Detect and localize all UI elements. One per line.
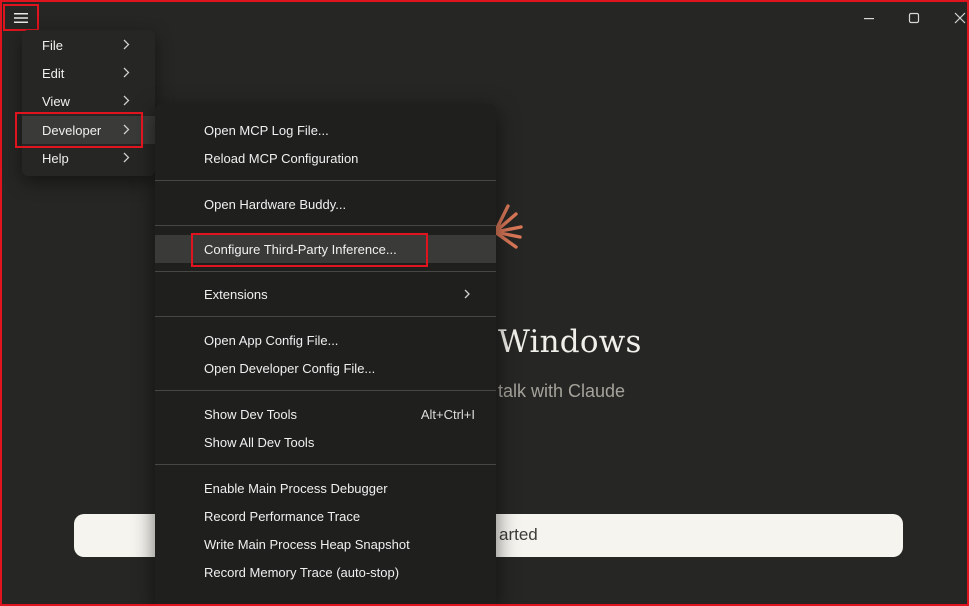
chevron-right-icon — [123, 95, 130, 106]
menu-button[interactable] — [3, 4, 39, 31]
menu-item-label: Help — [42, 150, 69, 166]
keyboard-shortcut: Alt+Ctrl+I — [420, 406, 475, 422]
menu-separator — [155, 271, 496, 272]
write-main-process-heap-snapshot-item[interactable]: Write Main Process Heap Snapshot — [155, 530, 496, 558]
welcome-subtitle: talk with Claude — [498, 381, 626, 401]
submenu-item-label: Show Dev Tools — [204, 406, 297, 422]
submenu-item-label: Write Main Process Heap Snapshot — [204, 536, 410, 552]
reload-mcp-configuration-item[interactable]: Reload MCP Configuration — [155, 144, 496, 172]
menu-item-label: File — [42, 37, 63, 53]
menu-item-file[interactable]: File — [22, 31, 155, 59]
open-mcp-log-file-item[interactable]: Open MCP Log File... — [155, 116, 496, 144]
submenu-item-label: Extensions — [204, 286, 268, 302]
get-started-label: arted — [499, 525, 538, 544]
chevron-right-icon — [123, 152, 130, 163]
submenu-item-label: Show All Dev Tools — [204, 434, 315, 450]
submenu-item-label: Open App Config File... — [204, 332, 339, 348]
submenu-item-label: Record Memory Trace (auto-stop) — [204, 564, 400, 580]
menu-item-label: View — [42, 93, 70, 109]
menu-item-label: Edit — [42, 65, 65, 81]
menu-separator — [155, 464, 496, 465]
chevron-right-icon — [123, 39, 130, 50]
submenu-item-label: Reload MCP Configuration — [204, 150, 359, 166]
minimize-button[interactable] — [857, 8, 881, 28]
welcome-title: Windows — [498, 324, 642, 360]
open-app-config-file-item[interactable]: Open App Config File... — [155, 326, 496, 354]
submenu-item-label: Open MCP Log File... — [204, 122, 329, 138]
submenu-item-label: Enable Main Process Debugger — [204, 480, 388, 496]
menu-separator — [155, 180, 496, 181]
developer-submenu: Open MCP Log File... Reload MCP Configur… — [155, 104, 496, 606]
close-button[interactable] — [948, 8, 969, 28]
close-icon — [954, 12, 966, 24]
menu-separator — [155, 390, 496, 391]
show-all-dev-tools-item[interactable]: Show All Dev Tools — [155, 428, 496, 456]
menu-separator — [155, 225, 496, 226]
record-performance-trace-item[interactable]: Record Performance Trace — [155, 502, 496, 530]
minimize-icon — [864, 18, 874, 20]
submenu-item-label: Record Performance Trace — [204, 508, 361, 524]
open-hardware-buddy-item[interactable]: Open Hardware Buddy... — [155, 190, 496, 218]
menu-item-help[interactable]: Help — [22, 144, 155, 172]
show-dev-tools-item[interactable]: Show Dev Tools Alt+Ctrl+I — [155, 400, 496, 428]
developer-highlight-box — [15, 112, 143, 148]
maximize-icon — [908, 12, 920, 24]
chevron-right-icon — [464, 289, 470, 299]
menu-item-edit[interactable]: Edit — [22, 59, 155, 87]
submenu-item-label: Open Developer Config File... — [204, 360, 376, 376]
configure-inference-highlight-box — [191, 233, 428, 267]
record-memory-trace-item[interactable]: Record Memory Trace (auto-stop) — [155, 558, 496, 586]
chevron-right-icon — [123, 67, 130, 78]
extensions-item[interactable]: Extensions — [155, 280, 496, 308]
hamburger-icon — [14, 12, 28, 23]
claude-spark-icon — [493, 204, 523, 249]
enable-main-process-debugger-item[interactable]: Enable Main Process Debugger — [155, 474, 496, 502]
maximize-button[interactable] — [902, 8, 926, 28]
submenu-item-label: Open Hardware Buddy... — [204, 196, 347, 212]
open-developer-config-file-item[interactable]: Open Developer Config File... — [155, 354, 496, 382]
app-menu: File Edit View Developer Help — [22, 30, 155, 176]
menu-separator — [155, 316, 496, 317]
menu-item-view[interactable]: View — [22, 87, 155, 115]
